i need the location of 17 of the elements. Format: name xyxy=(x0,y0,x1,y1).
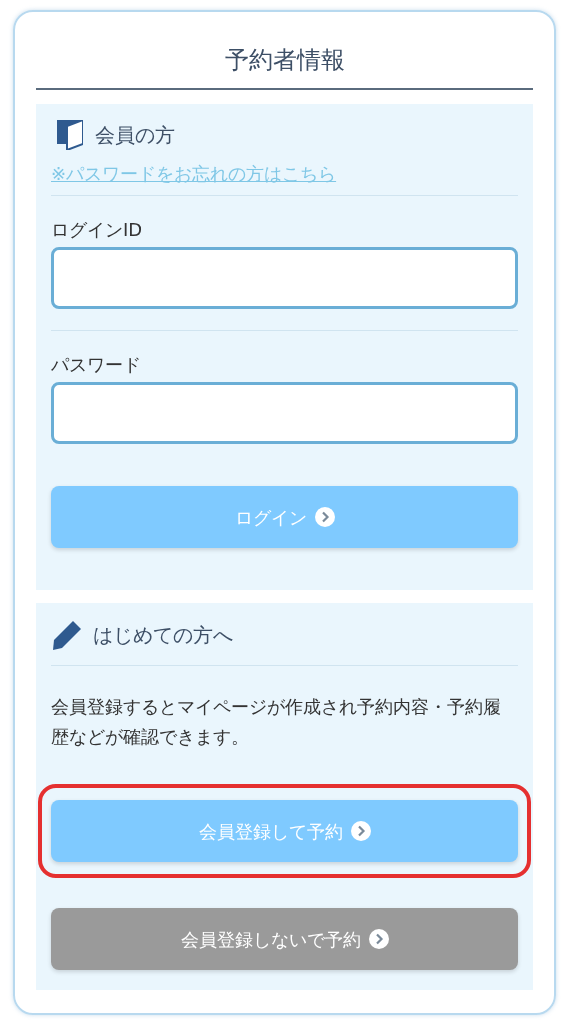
forgot-password-link[interactable]: ※パスワードをお忘れの方はこちら xyxy=(51,160,518,187)
action-button[interactable]: 会員登録して予約 xyxy=(51,800,518,862)
section-heading: はじめての方へ xyxy=(93,622,233,649)
field-label: ログインID xyxy=(51,218,144,242)
description-text: 会員登録するとマイページが作成され予約内容・予約履歴などが確認できます。 xyxy=(51,695,502,749)
input-field[interactable] xyxy=(51,247,518,309)
pencil-icon xyxy=(51,619,83,651)
chevron-right-icon xyxy=(350,821,371,841)
chevron-right-icon xyxy=(368,929,389,949)
action-button[interactable]: ログイン xyxy=(51,486,518,548)
action-button[interactable]: 会員登録しないで予約 xyxy=(51,908,518,970)
field-label: パスワード xyxy=(51,353,142,377)
page-title: 予約者情報 xyxy=(223,45,346,76)
section-heading: 会員の方 xyxy=(95,122,175,149)
input-field[interactable] xyxy=(51,382,518,444)
chevron-right-icon xyxy=(314,507,335,527)
door-icon xyxy=(57,120,83,150)
